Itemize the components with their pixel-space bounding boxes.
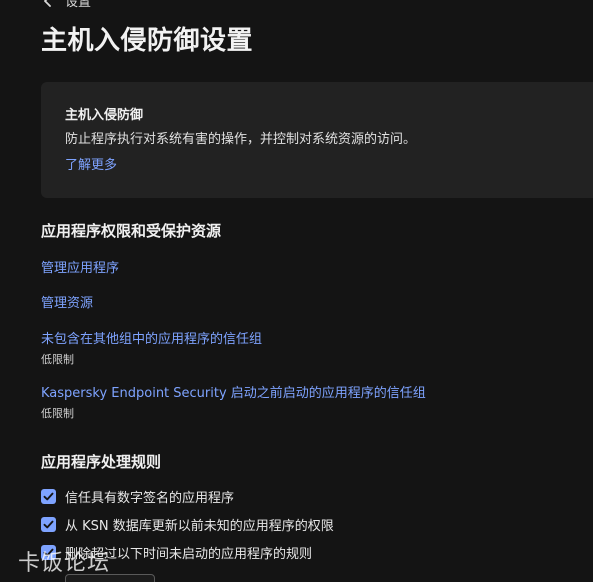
checkbox[interactable] bbox=[41, 545, 56, 560]
back-navigation[interactable]: 设置 bbox=[41, 0, 91, 10]
option-ksn-update[interactable]: 从 KSN 数据库更新以前未知的应用程序的权限 bbox=[41, 515, 334, 534]
back-label[interactable]: 设置 bbox=[65, 0, 91, 10]
checkmark-icon bbox=[43, 548, 54, 557]
page-title: 主机入侵防御设置 bbox=[41, 26, 254, 56]
option-label: 信任具有数字签名的应用程序 bbox=[65, 491, 235, 506]
chevron-left-icon[interactable] bbox=[41, 0, 55, 8]
checkmark-icon bbox=[43, 492, 54, 501]
learn-more-link[interactable]: 了解更多 bbox=[65, 154, 117, 173]
trust-group-before-start-value: 低限制 bbox=[41, 407, 74, 420]
duration-dropdown[interactable] bbox=[65, 574, 155, 582]
option-delete-rules[interactable]: 删除超过以下时间未启动的应用程序的规则 bbox=[41, 543, 312, 562]
settings-page: 设置 主机入侵防御设置 主机入侵防御 防止程序执行对系统有害的操作，并控制对系统… bbox=[0, 0, 593, 582]
option-trust-signed[interactable]: 信任具有数字签名的应用程序 bbox=[41, 487, 234, 506]
checkbox[interactable] bbox=[41, 489, 56, 504]
trust-group-before-start-link[interactable]: Kaspersky Endpoint Security 启动之前启动的应用程序的… bbox=[41, 382, 426, 401]
checkmark-icon bbox=[43, 520, 54, 529]
trust-group-other-link[interactable]: 未包含在其他组中的应用程序的信任组 bbox=[41, 328, 262, 347]
checkbox[interactable] bbox=[41, 517, 56, 532]
manage-resources-link[interactable]: 管理资源 bbox=[41, 292, 93, 311]
rules-section-title: 应用程序处理规则 bbox=[41, 453, 162, 471]
manage-apps-link[interactable]: 管理应用程序 bbox=[41, 257, 119, 276]
info-card-title: 主机入侵防御 bbox=[65, 108, 144, 123]
trust-group-other-value: 低限制 bbox=[41, 353, 74, 366]
permissions-section-title: 应用程序权限和受保护资源 bbox=[41, 222, 222, 240]
option-label: 从 KSN 数据库更新以前未知的应用程序的权限 bbox=[65, 519, 334, 534]
option-label: 删除超过以下时间未启动的应用程序的规则 bbox=[65, 547, 313, 562]
info-card-description: 防止程序执行对系统有害的操作，并控制对系统资源的访问。 bbox=[65, 132, 417, 147]
info-card: 主机入侵防御 防止程序执行对系统有害的操作，并控制对系统资源的访问。 了解更多 bbox=[41, 82, 593, 198]
